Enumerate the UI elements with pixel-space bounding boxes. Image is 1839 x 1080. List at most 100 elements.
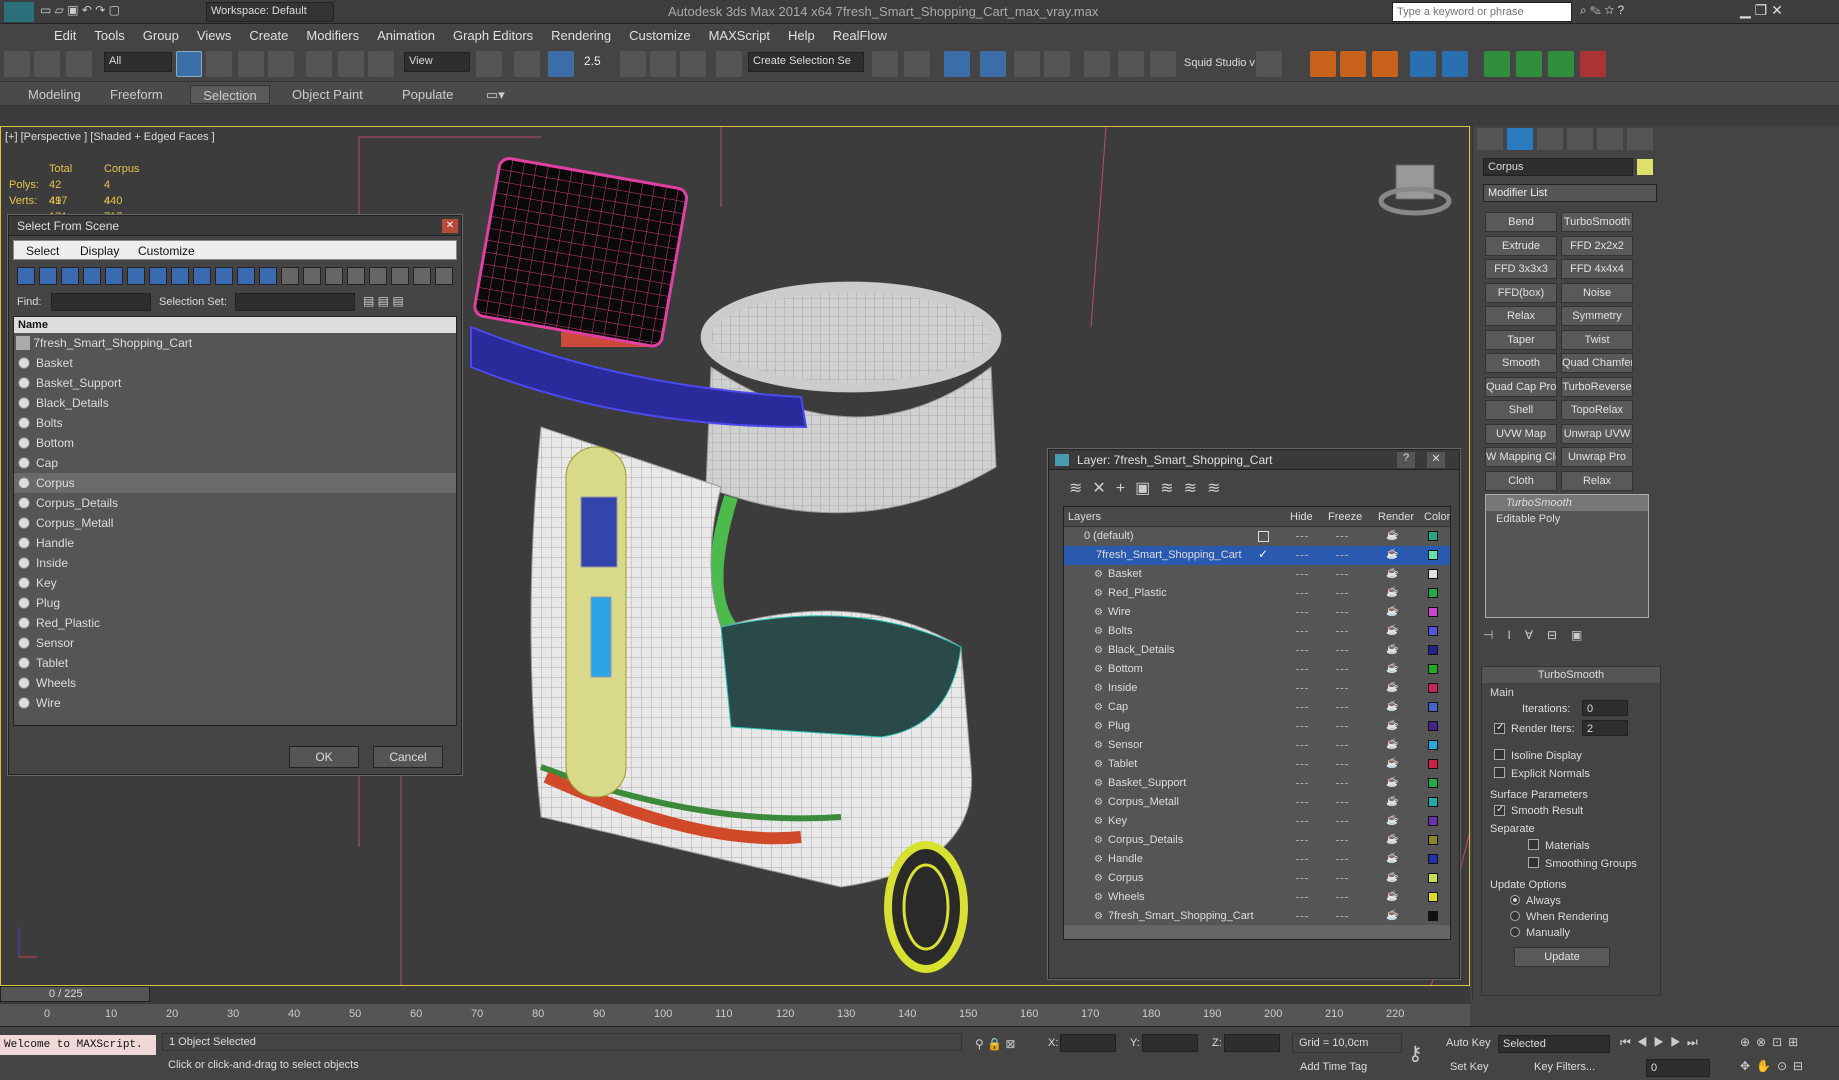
hide-toggle[interactable] — [1296, 764, 1308, 767]
hide-toggle[interactable] — [1296, 574, 1308, 577]
menu-select[interactable]: Select — [26, 244, 59, 258]
layer-row-default[interactable]: 0 (default) ☕ — [1064, 527, 1450, 546]
filter-icon-5[interactable] — [127, 267, 145, 285]
render-teapot-icon[interactable]: ☕ — [1386, 720, 1398, 731]
plugin-fire-icon-3[interactable] — [1372, 51, 1398, 77]
update-button[interactable]: Update — [1514, 947, 1610, 967]
list-item[interactable]: Red_Plastic — [14, 613, 456, 633]
help-button[interactable]: ? — [1397, 452, 1415, 468]
help-icons[interactable]: ⌕ ✎ ☆ ? — [1580, 3, 1624, 18]
layer-color-swatch[interactable] — [1428, 797, 1438, 807]
menu-graph-editors[interactable]: Graph Editors — [444, 24, 542, 47]
filter-icon-11[interactable] — [259, 267, 277, 285]
schematic-view-icon[interactable] — [1044, 51, 1070, 77]
layer-color-swatch[interactable] — [1428, 588, 1438, 598]
layer-color-swatch[interactable] — [1428, 531, 1438, 541]
angle-snap-icon[interactable] — [620, 51, 646, 77]
freeze-toggle[interactable] — [1336, 688, 1348, 691]
ref-coord-dropdown[interactable]: View — [404, 52, 470, 72]
list-item[interactable]: Tablet — [14, 653, 456, 673]
layer-color-swatch[interactable] — [1428, 683, 1438, 693]
rotate-icon[interactable] — [338, 51, 364, 77]
render-teapot-icon[interactable]: ☕ — [1386, 872, 1398, 883]
col-hide[interactable]: Hide — [1290, 511, 1313, 523]
layer-color-swatch[interactable] — [1428, 816, 1438, 826]
modifier-button[interactable]: Relax — [1485, 306, 1557, 326]
current-frame-field[interactable]: 0 — [1646, 1059, 1710, 1077]
layer-row[interactable]: ⚙ Corpus_Details ☕ — [1064, 831, 1450, 850]
maxscript-listener[interactable]: Welcome to MAXScript. — [0, 1035, 156, 1055]
smoothing-groups-checkbox[interactable] — [1528, 857, 1539, 868]
set-key-button[interactable]: Set Key — [1450, 1059, 1496, 1077]
freeze-toggle[interactable] — [1336, 726, 1348, 729]
layer-row[interactable]: ⚙ Basket_Support ☕ — [1064, 774, 1450, 793]
list-item[interactable]: Wire — [14, 693, 456, 713]
ok-button[interactable]: OK — [289, 746, 359, 768]
menu-modifiers[interactable]: Modifiers — [297, 24, 368, 47]
menu-group[interactable]: Group — [134, 24, 188, 47]
workspace-dropdown[interactable]: Workspace: Default — [206, 2, 334, 22]
layer-row[interactable]: ⚙ Bottom ☕ — [1064, 660, 1450, 679]
plugin-particles-icon[interactable] — [1410, 51, 1436, 77]
col-color[interactable]: Color — [1424, 511, 1450, 523]
current-layer-check-icon[interactable]: ✓ — [1258, 547, 1268, 561]
tab-object-paint[interactable]: Object Paint — [282, 85, 373, 104]
col-freeze[interactable]: Freeze — [1328, 511, 1362, 523]
render-teapot-icon[interactable]: ☕ — [1386, 853, 1398, 864]
render-teapot-icon[interactable]: ☕ — [1386, 644, 1398, 655]
modifier-button[interactable]: FFD(box) — [1485, 282, 1557, 303]
y-coord-field[interactable] — [1142, 1034, 1198, 1052]
scale-icon[interactable] — [368, 51, 394, 77]
layer-color-swatch[interactable] — [1428, 607, 1438, 617]
filter-icon-6[interactable] — [149, 267, 167, 285]
freeze-toggle[interactable] — [1336, 878, 1348, 881]
render-teapot-icon[interactable]: ☕ — [1386, 815, 1398, 826]
modifier-button[interactable]: TopoRelax — [1561, 400, 1633, 420]
list-item[interactable]: Plug — [14, 593, 456, 613]
layer-row[interactable]: ⚙ Corpus ☕ — [1064, 869, 1450, 888]
list-item[interactable]: Bolts — [14, 413, 456, 433]
edit-named-sel-icon[interactable] — [716, 51, 742, 77]
filter-icon-9[interactable] — [215, 267, 233, 285]
plugin-red-icon[interactable] — [1580, 51, 1606, 77]
modifier-button[interactable]: Twist — [1561, 329, 1633, 350]
render-teapot-icon[interactable]: ☕ — [1386, 777, 1398, 788]
filter-icon-15[interactable] — [347, 267, 365, 285]
freeze-toggle[interactable] — [1336, 840, 1348, 843]
menu-tools[interactable]: Tools — [85, 24, 133, 47]
hide-toggle[interactable] — [1296, 631, 1308, 634]
snap-toggle[interactable]: 2.5 — [584, 54, 601, 68]
freeze-toggle[interactable] — [1336, 916, 1348, 919]
render-teapot-icon[interactable]: ☕ — [1386, 910, 1398, 921]
layer-color-swatch[interactable] — [1428, 759, 1438, 769]
layer-color-swatch[interactable] — [1428, 892, 1438, 902]
hide-toggle[interactable] — [1296, 916, 1308, 919]
freeze-toggle[interactable] — [1336, 650, 1348, 653]
time-slider[interactable]: 0 / 225 — [0, 986, 150, 1002]
selection-filter[interactable]: All — [104, 52, 172, 72]
render-iters-checkbox[interactable] — [1494, 723, 1505, 734]
hide-toggle[interactable] — [1296, 688, 1308, 691]
perspective-viewport[interactable]: [+] [Perspective ] [Shaded + Edged Faces… — [0, 126, 1470, 986]
select-manipulate-icon[interactable] — [514, 51, 540, 77]
modifier-stack[interactable]: TurboSmooth Editable Poly — [1485, 494, 1649, 618]
track-bar[interactable]: 0 10 20 30 40 50 60 70 80 90 100 110 120 130 140 150 160… — [0, 1004, 1470, 1026]
cancel-button[interactable]: Cancel — [373, 746, 443, 768]
window-controls[interactable]: ▁ ❐ ✕ — [1740, 2, 1783, 19]
modifier-button[interactable]: TurboSmooth — [1561, 212, 1633, 232]
layer-color-swatch[interactable] — [1428, 569, 1438, 579]
add-time-tag[interactable]: Add Time Tag — [1278, 1059, 1402, 1077]
z-coord-field[interactable] — [1224, 1034, 1280, 1052]
layer-row[interactable]: ⚙ Wire ☕ — [1064, 603, 1450, 622]
rendered-frame-icon[interactable] — [1150, 51, 1176, 77]
modifier-button[interactable]: Quad Cap Pro — [1485, 376, 1557, 397]
menu-display[interactable]: Display — [80, 244, 119, 258]
freeze-toggle[interactable] — [1336, 669, 1348, 672]
layer-row[interactable]: ⚙ Basket ☕ — [1064, 565, 1450, 584]
render-teapot-icon[interactable]: ☕ — [1386, 549, 1398, 560]
layer-row[interactable]: ⚙ Cap ☕ — [1064, 698, 1450, 717]
render-teapot-icon[interactable]: ☕ — [1386, 739, 1398, 750]
modifier-button[interactable]: Cloth — [1485, 470, 1557, 491]
layer-row-active[interactable]: 7fresh_Smart_Shopping_Cart ✓ ☕ — [1064, 546, 1450, 565]
menu-views[interactable]: Views — [188, 24, 240, 47]
